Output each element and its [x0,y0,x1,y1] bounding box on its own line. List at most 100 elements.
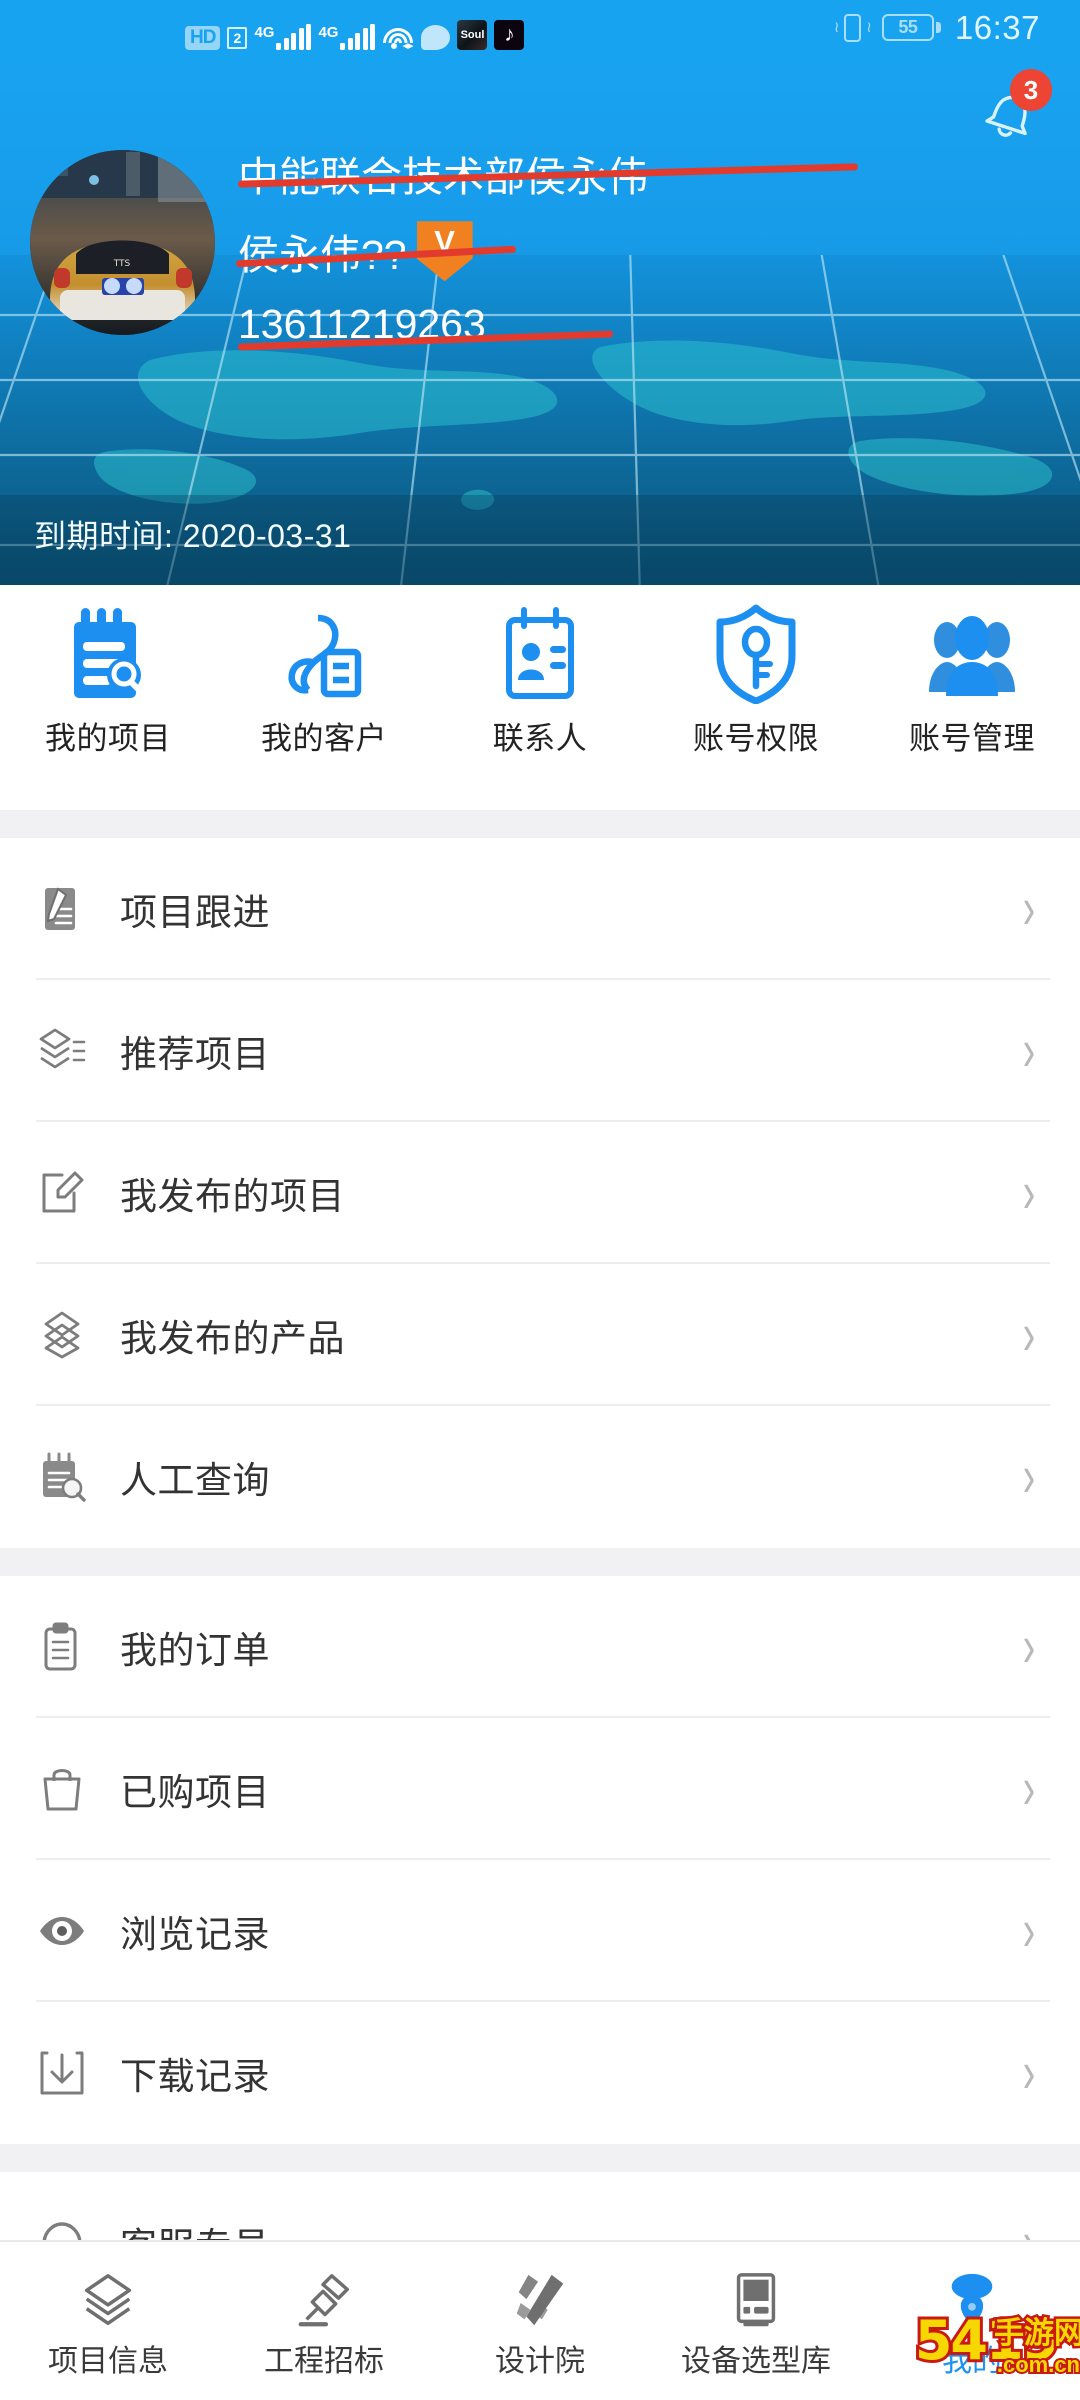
svg-text:TTS: TTS [113,259,131,269]
menu-item-browse-history[interactable]: 浏览记录 › [0,1860,1080,2002]
app-screen: HD 2 4G 4G ◂▸ Soul ♪ ≀ ≀ 55 16:37 3 TTS … [0,0,1080,2400]
wifi-icon: ◂▸ [382,24,414,51]
menu-item-recommended-projects[interactable]: 推荐项目 › [0,980,1080,1122]
hd-icon: HD [185,25,221,50]
menu-item-label: 我发布的项目 [120,1176,345,1217]
signal-2: 4G [318,23,376,50]
headset-icon [36,2217,88,2240]
quick-action-account-management[interactable]: 账号管理 [864,599,1080,758]
menu-item-my-published-projects[interactable]: 我发布的项目 › [0,1122,1080,1264]
chevron-right-icon: › [1023,2209,1042,2240]
bottom-navigation: 项目信息 工程招标 设计院 设备选型库 我的 5419 手游网 .com.cn [0,2240,1080,2400]
quick-actions-row: 我的项目 我的客户 联系人 账号权限 账号管理 [0,585,1080,810]
quick-action-contacts[interactable]: 联系人 [432,599,648,758]
quick-action-label: 联系人 [492,721,588,756]
avatar-photo: TTS [30,150,215,335]
chevron-right-icon: › [1023,1443,1036,1510]
quick-action-my-customers[interactable]: 我的客户 [216,599,432,758]
clock-label: 16:37 [954,8,1040,46]
notebook-search-icon [60,599,156,709]
quick-action-label: 账号管理 [909,721,1035,756]
menu-item-label: 我发布的产品 [120,1318,345,1359]
network-type-2-label: 4G [318,23,339,41]
nav-item-engineering-bidding[interactable]: 工程招标 [216,2262,432,2380]
menu-item-download-history[interactable]: 下载记录 › [0,2002,1080,2144]
stack-diamond-icon [36,1309,88,1361]
vip-badge-label: V [434,224,455,260]
eye-icon [36,1905,88,1957]
battery-icon: 55 [881,14,941,41]
quick-action-label: 账号权限 [693,721,819,756]
menu-item-customer-service[interactable]: 客服专员 › [0,2172,1080,2240]
signal-1: 4G [254,23,312,50]
message-bubble-icon [421,24,451,50]
menu-item-label: 浏览记录 [120,1914,270,1955]
avatar[interactable]: TTS [30,150,215,335]
nav-item-mine[interactable]: 我的 5419 手游网 .com.cn [864,2262,1080,2380]
status-bar: HD 2 4G 4G ◂▸ Soul ♪ ≀ ≀ 55 16:37 [0,0,1080,55]
shopping-bag-icon [36,1763,88,1815]
signal-bars-2-icon [340,23,376,50]
menu-item-my-published-products[interactable]: 我发布的产品 › [0,1264,1080,1406]
server-icon [725,2262,787,2332]
gavel-icon [293,2262,355,2332]
status-bar-right: ≀ ≀ 55 16:37 [834,8,1080,47]
expiry-label: 到期时间: 2020-03-31 [34,518,352,554]
menu-group-2: 我的订单 › 已购项目 › 浏览记录 › 下载记录 › [0,1576,1080,2144]
menu-item-label: 人工查询 [120,1460,270,1501]
menu-item-label: 下载记录 [120,2056,270,2097]
signal-bars-1-icon [276,23,312,50]
chevron-right-icon: › [1023,1755,1036,1822]
nav-item-design-institute[interactable]: 设计院 [432,2262,648,2380]
watermark-domain: .com.cn [995,2350,1080,2379]
quick-action-label: 我的项目 [45,721,171,756]
contact-card-icon [492,599,588,709]
nav-item-label: 设计院 [495,2345,585,2378]
quick-action-my-projects[interactable]: 我的项目 [0,599,216,758]
section-gap-3 [0,2144,1080,2172]
chevron-right-icon: › [1023,2039,1036,2106]
menu-item-label: 项目跟进 [120,892,270,933]
nav-item-label: 设备选型库 [681,2345,831,2378]
chevron-right-icon: › [1023,875,1036,942]
users-group-icon [924,599,1020,709]
calendar-search-icon [36,1451,88,1503]
customer-card-icon [276,599,372,709]
section-gap-1 [0,810,1080,838]
chevron-right-icon: › [1023,1301,1036,1368]
menu-item-label: 客服专员 [120,2216,270,2240]
sim2-icon: 2 [227,26,248,49]
compass-pen-icon [509,2262,571,2332]
quick-action-account-permissions[interactable]: 账号权限 [648,599,864,758]
person-icon [941,2262,1003,2332]
edit-square-icon [36,1167,88,1219]
nav-item-project-info[interactable]: 项目信息 [0,2262,216,2380]
quick-action-label: 我的客户 [261,721,387,756]
nav-item-equipment-library[interactable]: 设备选型库 [648,2262,864,2380]
battery-level-label: 55 [898,17,918,37]
nav-item-label: 项目信息 [48,2345,168,2378]
layers-list-icon [36,1025,88,1077]
notification-bell-button[interactable]: 3 [974,69,1052,149]
menu-item-label: 已购项目 [120,1772,270,1813]
chevron-right-icon: › [1023,1897,1036,1964]
watermark-chinese: 手游网 [992,2315,1080,2353]
status-bar-left: HD 2 4G 4G ◂▸ Soul ♪ [0,6,525,51]
menu-item-label: 推荐项目 [120,1034,270,1075]
soul-app-icon: Soul [457,19,488,50]
profile-header: 3 TTS V 13611219263 到期时间: 2020-03-31 [0,55,1080,585]
chevron-right-icon: › [1023,1613,1036,1680]
menu-item-label: 我的订单 [120,1630,270,1671]
nav-item-label: 我的 [942,2345,1002,2378]
tiktok-app-icon: ♪ [494,19,525,50]
nav-item-label: 工程招标 [264,2345,384,2378]
menu-item-purchased-projects[interactable]: 已购项目 › [0,1718,1080,1860]
profile-info: 中能联合技术部侯永伟 侯永伟?? V 13611219263 [236,155,998,351]
shield-key-icon [708,599,804,709]
menu-item-project-follow[interactable]: 项目跟进 › [0,838,1080,980]
menu-group-1: 项目跟进 › 推荐项目 › 我发布的项目 › 我发布的产品 › 人工查询 › [0,838,1080,1548]
pencil-note-icon [36,883,88,935]
chevron-right-icon: › [1023,1017,1036,1084]
menu-item-manual-query[interactable]: 人工查询 › [0,1406,1080,1548]
menu-item-my-orders[interactable]: 我的订单 › [0,1576,1080,1718]
